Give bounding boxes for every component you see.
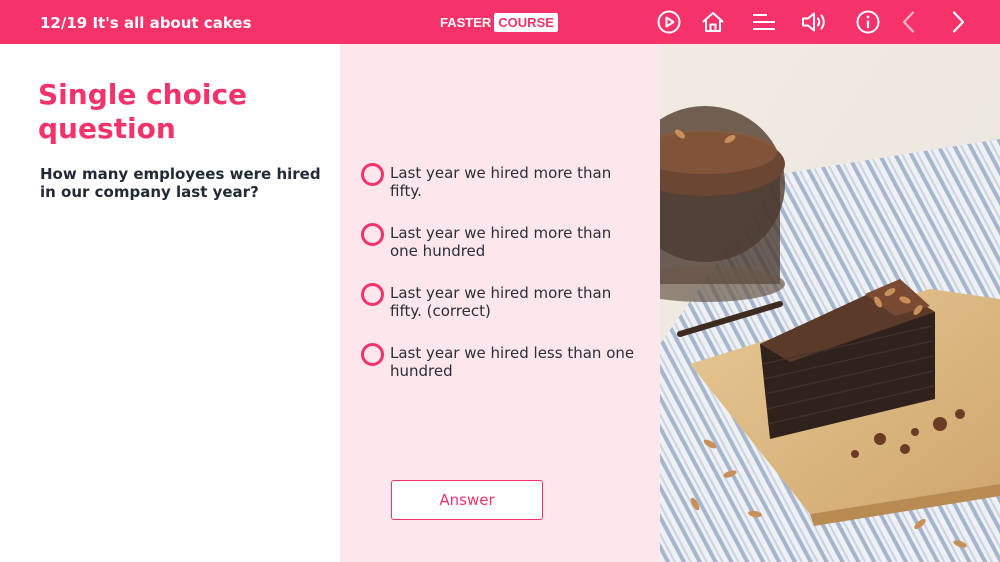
logo-text-course: COURSE (494, 12, 558, 32)
question-type-heading: Single choice question (38, 78, 248, 145)
answer-option-label: Last year we hired more than fifty. (cor… (390, 284, 612, 320)
home-button[interactable] (700, 9, 726, 35)
cake-photo (660, 44, 1000, 562)
logo-text-faster: FASTER (440, 14, 492, 30)
play-circle-icon (657, 10, 681, 34)
volume-icon (802, 12, 825, 32)
answer-option-label: Last year we hired more than one hundred (390, 224, 612, 260)
radio-button[interactable] (361, 163, 384, 186)
answer-option-1[interactable]: Last year we hired more than fifty. (361, 163, 641, 203)
info-icon (856, 10, 880, 34)
chevron-right-icon (952, 11, 965, 33)
faster-course-logo: FASTER COURSE (440, 11, 558, 33)
answers-panel: Last year we hired more than fifty. Last… (340, 44, 660, 562)
radio-button[interactable] (361, 283, 384, 306)
answer-option-2[interactable]: Last year we hired more than one hundred (361, 223, 641, 263)
next-slide-button[interactable] (945, 9, 971, 35)
course-title: 12/19 It's all about cakes (40, 14, 252, 32)
home-icon (702, 12, 724, 32)
answer-option-4[interactable]: Last year we hired less than one hundred (361, 343, 641, 383)
radio-button[interactable] (361, 343, 384, 366)
top-bar: 12/19 It's all about cakes FASTER COURSE (0, 0, 1000, 44)
answer-option-label: Last year we hired more than fifty. (390, 164, 612, 200)
answer-option-label: Last year we hired less than one hundred (390, 344, 635, 380)
info-button[interactable] (855, 9, 881, 35)
answer-button[interactable]: Answer (391, 480, 543, 520)
chocolate-cake-image (660, 44, 1000, 562)
radio-button[interactable] (361, 223, 384, 246)
answer-option-3[interactable]: Last year we hired more than fifty. (cor… (361, 283, 641, 323)
menu-icon (753, 14, 775, 30)
chevron-left-icon (902, 11, 915, 33)
volume-button[interactable] (801, 9, 827, 35)
question-text: How many employees were hired in our com… (40, 165, 321, 201)
question-panel: Single choice question How many employee… (0, 44, 340, 562)
play-button[interactable] (656, 9, 682, 35)
previous-slide-button[interactable] (896, 9, 922, 35)
menu-button[interactable] (751, 9, 777, 35)
